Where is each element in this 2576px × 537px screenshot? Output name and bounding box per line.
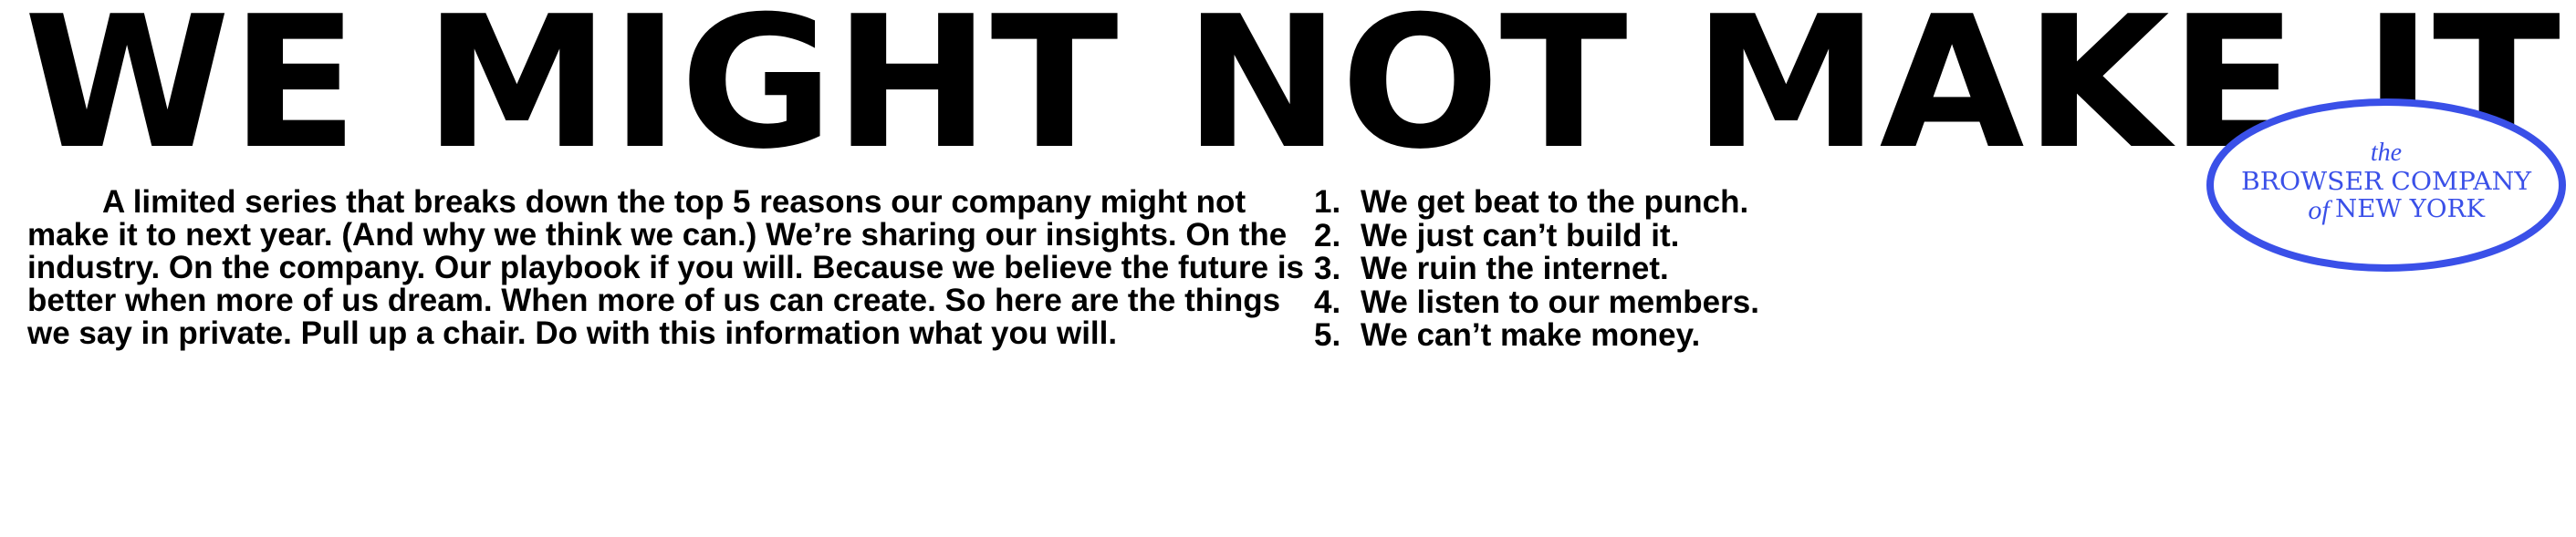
list-item-number: 4. — [1314, 284, 1341, 320]
list-item-text: We just can’t build it. — [1361, 217, 1680, 253]
logo-of-text: of — [2308, 195, 2332, 225]
list-item: 1. We get beat to the punch. — [1314, 184, 1759, 220]
headline-graphic: WE MIGHT NOT MAKE IT — [24, 0, 2560, 155]
list-item-number: 5. — [1314, 317, 1341, 353]
logo-line1-text: BROWSER COMPANY — [2241, 168, 2532, 196]
logo-line2-text: NEW YORK — [2335, 195, 2486, 223]
page-headline: WE MIGHT NOT MAKE IT — [24, 0, 2560, 155]
list-item-number: 1. — [1314, 184, 1341, 220]
logo-graphic: the BROWSER COMPANY of NEW YORK — [2206, 98, 2566, 272]
headline-text: WE MIGHT NOT MAKE IT — [24, 0, 2560, 155]
list-item-text: We listen to our members. — [1361, 284, 1759, 320]
list-item: 4. We listen to our members. — [1314, 284, 1759, 320]
list-item: 3. We ruin the internet. — [1314, 251, 1759, 286]
browser-company-logo: the BROWSER COMPANY of NEW YORK — [2204, 96, 2569, 274]
list-item-number: 3. — [1314, 251, 1341, 286]
list-item-text: We can’t make money. — [1361, 317, 1701, 353]
reasons-list: 1. We get beat to the punch. 2. We just … — [1314, 184, 1759, 353]
list-item-number: 2. — [1314, 217, 1341, 253]
intro-paragraph: A limited series that breaks down the to… — [27, 184, 1305, 351]
list-item-text: We get beat to the punch. — [1361, 184, 1749, 220]
list-item-text: We ruin the internet. — [1361, 251, 1669, 286]
logo-the-text: the — [2371, 139, 2402, 167]
list-item: 2. We just can’t build it. — [1314, 217, 1759, 253]
list-item: 5. We can’t make money. — [1314, 317, 1759, 353]
